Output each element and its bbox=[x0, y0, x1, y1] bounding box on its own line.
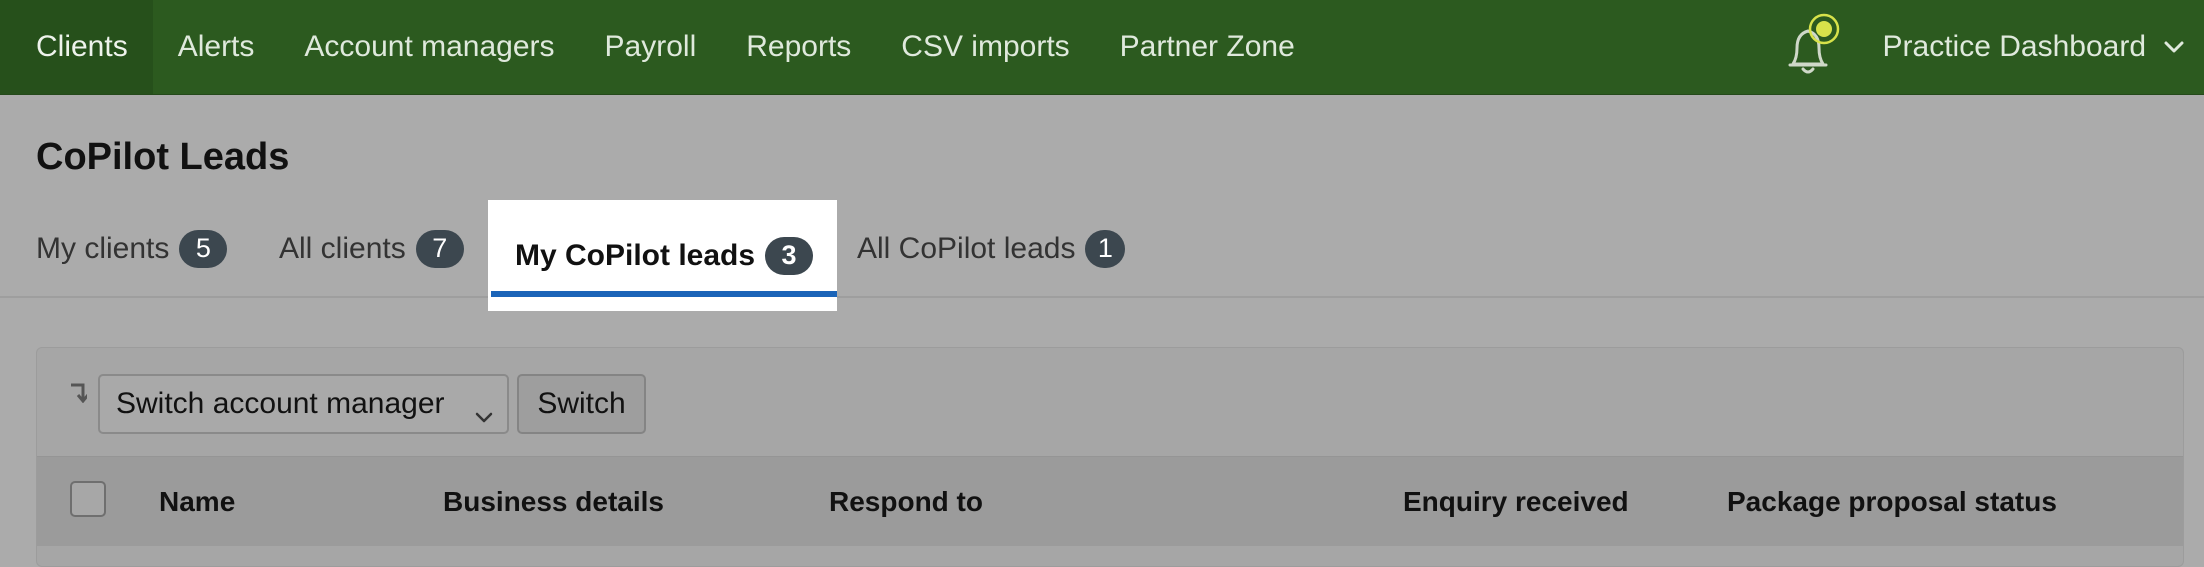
nav-item-csv-imports[interactable]: CSV imports bbox=[876, 0, 1094, 94]
tab-all-copilot-leads[interactable]: All CoPilot leads 1 bbox=[857, 199, 1126, 298]
chevron-down-icon bbox=[2164, 40, 2184, 54]
nav-item-reports[interactable]: Reports bbox=[721, 0, 876, 94]
tab-count-badge: 1 bbox=[1085, 229, 1126, 268]
nav-item-account-managers[interactable]: Account managers bbox=[279, 0, 579, 94]
top-navigation: Clients Alerts Account managers Payroll … bbox=[0, 0, 2204, 95]
tab-count-badge: 7 bbox=[415, 229, 464, 268]
account-manager-select[interactable]: Switch account manager bbox=[98, 374, 509, 434]
main-menu: Clients Alerts Account managers Payroll … bbox=[0, 0, 1320, 94]
tab-my-copilot-leads[interactable]: My CoPilot leads 3 bbox=[488, 200, 838, 311]
nav-item-alerts[interactable]: Alerts bbox=[153, 0, 280, 94]
nav-item-partner-zone[interactable]: Partner Zone bbox=[1095, 0, 1320, 94]
bulk-actions-toolbar: Switch account manager Switch bbox=[37, 348, 2183, 456]
lead-tabs: My clients 5 All clients 7 My CoPilot le… bbox=[0, 199, 2204, 311]
tab-count-badge: 5 bbox=[179, 229, 228, 268]
tab-count-badge: 3 bbox=[765, 236, 814, 275]
switch-button[interactable]: Switch bbox=[517, 374, 646, 434]
nav-right: Practice Dashboard bbox=[1781, 0, 2204, 94]
column-header-name[interactable]: Name bbox=[159, 457, 235, 547]
notifications-button[interactable] bbox=[1781, 12, 1841, 82]
nav-item-payroll[interactable]: Payroll bbox=[580, 0, 722, 94]
bell-icon bbox=[1788, 13, 1839, 74]
practice-dashboard-menu[interactable]: Practice Dashboard bbox=[1883, 30, 2184, 64]
column-header-respond-to[interactable]: Respond to bbox=[829, 457, 983, 547]
tab-my-clients[interactable]: My clients 5 bbox=[36, 199, 228, 298]
select-all-checkbox[interactable] bbox=[70, 481, 106, 517]
page-title: CoPilot Leads bbox=[36, 136, 290, 178]
nav-item-clients[interactable]: Clients bbox=[0, 0, 153, 94]
table-header: Name Business details Respond to Enquiry… bbox=[37, 456, 2183, 546]
column-header-enquiry-received[interactable]: Enquiry received bbox=[1403, 457, 1629, 547]
tab-all-clients[interactable]: All clients 7 bbox=[279, 199, 464, 298]
column-header-business-details[interactable]: Business details bbox=[443, 457, 664, 547]
chevron-down-icon bbox=[475, 398, 493, 432]
bulk-arrow-icon bbox=[69, 383, 90, 408]
leads-card: Switch account manager Switch Name Busin… bbox=[36, 347, 2184, 567]
column-header-package-proposal-status[interactable]: Package proposal status bbox=[1727, 457, 2057, 547]
